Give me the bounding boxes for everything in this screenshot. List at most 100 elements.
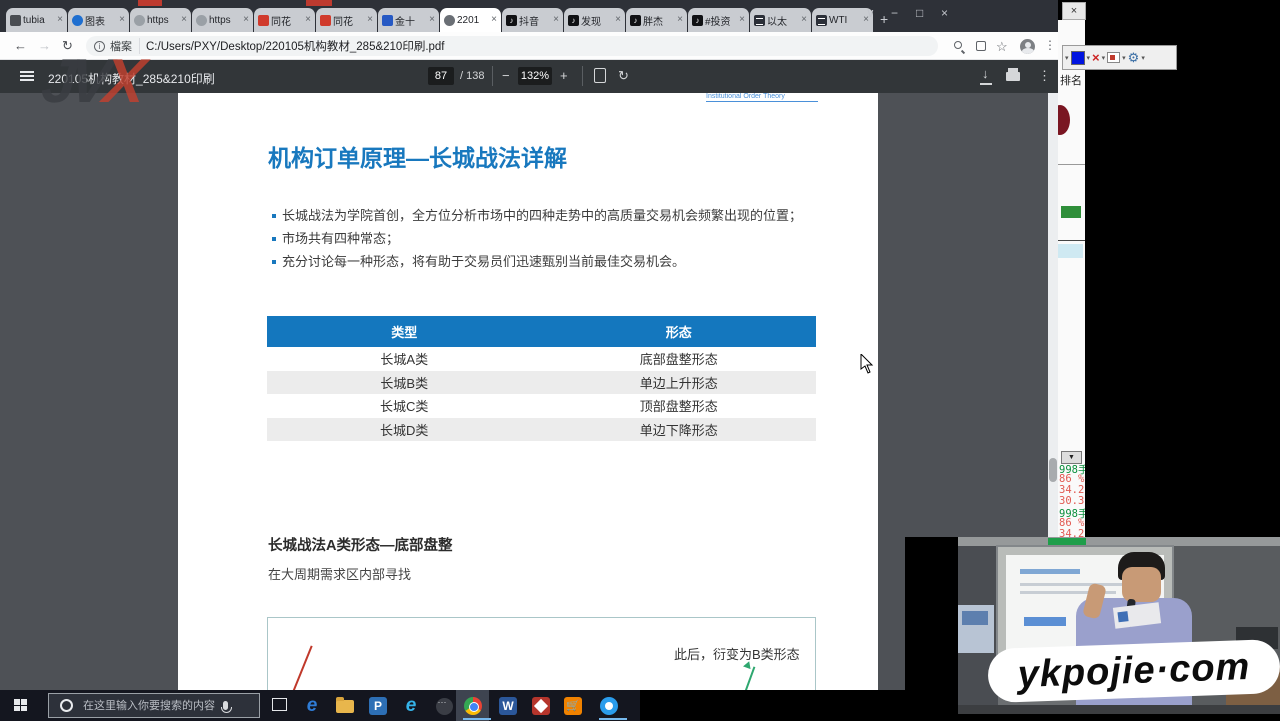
caret-icon[interactable]: ▾ [1122,54,1126,62]
download-icon[interactable]: ↓ [982,66,989,81]
tab-jin10[interactable]: 金十× [378,8,439,32]
bullet-marker [272,260,276,264]
red-fragment [138,0,162,6]
share-icon[interactable] [976,41,986,51]
pen-color-button[interactable] [1071,51,1085,65]
zoom-level-icon[interactable] [954,41,962,49]
taskbar-search-input[interactable] [81,699,221,713]
caret-icon[interactable]: ▾ [1102,54,1106,62]
page-number-input[interactable]: 87 [428,67,454,85]
window-maximize-button[interactable]: □ [916,6,923,20]
tab-tonghuashun-1[interactable]: 同花× [254,8,315,32]
task-view-button[interactable] [272,698,287,711]
douyin-icon: ♪ [506,15,517,26]
eraser-button[interactable]: × [1092,50,1100,65]
tab-douyin-2[interactable]: ♪发现× [564,8,625,32]
address-url: C:/Users/PXY/Desktop/220105机构教材_285&210印… [146,38,445,54]
tab-close-icon[interactable]: × [677,15,683,25]
pdf-scrollbar-thumb[interactable] [1049,458,1057,482]
quote-row: 86 % [1059,517,1085,528]
tab-close-icon[interactable]: × [367,15,373,25]
browser-menu-kebab-icon[interactable]: ⋮ [1044,38,1056,52]
taskbar-shop-app-icon[interactable]: 🛒 [561,694,585,718]
taskbar-internet-explorer-icon[interactable]: e [399,694,423,718]
gear-icon[interactable]: ⚙ [1128,50,1140,66]
taskbar-chrome-icon[interactable] [461,694,485,718]
rank-label: 排名 [1060,72,1082,88]
background-window-close-button[interactable]: × [1062,2,1086,20]
window-close-button[interactable]: × [941,6,948,20]
tab-douyin-1[interactable]: ♪抖音× [502,8,563,32]
profile-avatar[interactable] [1020,39,1035,54]
taskbar-file-explorer-icon[interactable] [333,694,357,718]
caret-icon[interactable]: ▾ [1087,54,1091,62]
doc-bullet: 长城战法为学院首创，全方位分析市场中的四种走势中的高质量交易机会频繁出现的位置； [282,208,802,223]
taskbar-blue-app-icon[interactable] [597,694,621,718]
zoom-level-input[interactable]: 132% [518,67,552,85]
doc-bullet: 市场共有四种常态； [282,231,399,246]
tab-tubia[interactable]: tubia× [6,8,67,32]
bullet-marker [272,237,276,241]
new-tab-button[interactable]: + [880,8,888,32]
quote-row: 998手 [1059,506,1085,517]
tab-pdf-active[interactable]: 2201× [440,8,501,32]
fit-page-button[interactable] [594,68,606,83]
table-row: 长城C类顶部盘整形态 [267,394,816,418]
tab-chart-site[interactable]: 图表× [68,8,129,32]
window-menu-caret[interactable]: ∨ [866,6,875,20]
back-button[interactable]: ← [14,38,27,53]
rotate-button[interactable]: ↻ [618,68,629,84]
tab-close-icon[interactable]: × [181,15,187,25]
tab-close-icon[interactable]: × [305,15,311,25]
address-bar[interactable]: i 檔案 C:/Users/PXY/Desktop/220105机构教材_285… [86,36,938,56]
tab-https-1[interactable]: https× [130,8,191,32]
tab-close-icon[interactable]: × [615,15,621,25]
pdf-menu-kebab-icon[interactable]: ⋮ [1038,68,1051,84]
quote-row: 34.25 [1059,528,1085,537]
print-icon[interactable] [1006,72,1020,81]
tab-close-icon[interactable]: × [429,15,435,25]
zoom-in-button[interactable]: + [560,68,568,83]
tab-close-icon[interactable]: × [243,15,249,25]
tab-close-icon[interactable]: × [553,15,559,25]
pdf-page: Institutional Order Theory 机构订单原理—长城战法详解… [178,93,878,690]
tab-close-icon[interactable]: × [119,15,125,25]
doc-table: 类型 形态 长城A类底部盘整形态 长城B类单边上升形态 长城C类顶部盘整形态 长… [267,316,816,441]
caret-icon[interactable]: ▾ [1141,54,1145,62]
taskbar-search-box[interactable] [48,693,260,718]
caret-icon[interactable]: ▾ [1065,54,1069,62]
tab-douyin-3[interactable]: ♪胖杰× [626,8,687,32]
jin10-favicon [382,15,393,26]
table-row: 长城B类单边上升形态 [267,371,816,395]
pdf-menu-icon[interactable] [20,71,34,73]
tab-tonghuashun-2[interactable]: 同花× [316,8,377,32]
taskbar-word-icon[interactable]: W [496,694,520,718]
tab-https-2[interactable]: https× [192,8,253,32]
tab-close-icon[interactable]: × [739,15,745,25]
tab-investing-1[interactable]: 以太× [750,8,811,32]
quote-row: 30.35 [1059,495,1085,506]
tab-close-icon[interactable]: × [801,15,807,25]
tab-close-icon[interactable]: × [491,15,497,25]
tab-douyin-4[interactable]: ♪#投资× [688,8,749,32]
screen: tubia× 图表× https× https× 同花× 同花× 金十× 220… [0,0,1280,721]
site-watermark: ykpojie·com [987,639,1280,703]
start-button[interactable] [14,699,28,712]
taskbar-red-app-icon[interactable] [529,694,553,718]
tab-close-icon[interactable]: × [57,15,63,25]
cortana-icon [60,699,73,712]
taskbar-chat-app-icon[interactable] [432,694,456,718]
window-minimize-button[interactable]: − [891,6,898,20]
snapshot-button[interactable] [1107,52,1120,63]
tab-investing-2[interactable]: WTI× [812,8,873,32]
quote-row: 998手 [1059,462,1085,473]
bookmark-star-icon[interactable]: ☆ [996,39,1008,55]
taskbar-edge-icon[interactable]: e [300,694,324,718]
mic-icon[interactable] [223,701,228,710]
taskbar-p-app-icon[interactable]: P [366,694,390,718]
pdf-favicon [444,15,455,26]
zoom-out-button[interactable]: − [502,68,510,83]
quote-row: 34.25 [1059,484,1085,495]
bullet-marker [272,214,276,218]
col-header: 形态 [542,322,817,341]
